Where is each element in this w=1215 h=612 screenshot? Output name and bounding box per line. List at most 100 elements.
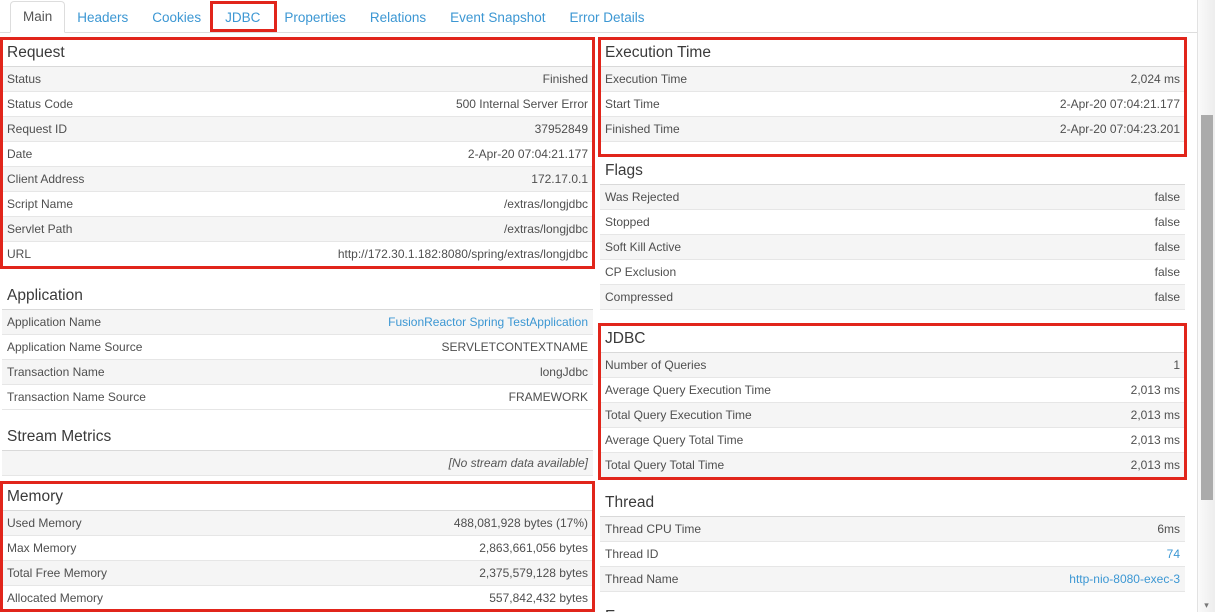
tab-headers[interactable]: Headers (65, 3, 140, 33)
section-memory: MemoryUsed Memory488,081,928 bytes (17%)… (2, 484, 593, 611)
table-row: Stoppedfalse (600, 210, 1185, 235)
table-row: Request ID 37952849 (2, 117, 593, 142)
row-value: 2-Apr-20 07:04:23.201 (1060, 122, 1180, 136)
table-row: Allocated Memory 557,842,432 bytes (2, 586, 593, 611)
tab-main[interactable]: Main (10, 1, 65, 33)
section-error: Error (600, 604, 1185, 612)
row-label: Date (7, 147, 32, 161)
tab-bar: MainHeadersCookiesJDBCPropertiesRelation… (0, 0, 1215, 33)
tab-relations[interactable]: Relations (358, 3, 438, 33)
section-title: Application (2, 283, 593, 310)
section-request: RequestStatusFinished Status Code 500 Inte… (2, 40, 593, 267)
row-value: http://172.30.1.182:8080/spring/extras/l… (338, 247, 588, 261)
row-value-link[interactable]: FusionReactor Spring TestApplication (388, 315, 588, 329)
table-row: [No stream data available] (2, 451, 593, 476)
row-label: Number of Queries (605, 358, 706, 372)
row-label: Application Name Source (7, 340, 142, 354)
row-label: Status Code (7, 97, 73, 111)
tab-event-snapshot[interactable]: Event Snapshot (438, 3, 557, 33)
tab-jdbc[interactable]: JDBC (213, 3, 272, 33)
row-value: 2,013 ms (1131, 408, 1180, 422)
row-value-link[interactable]: http-nio-8080-exec-3 (1069, 572, 1180, 586)
section-title: Error (600, 604, 1185, 612)
table-row: Soft Kill Active false (600, 235, 1185, 260)
row-label: Thread ID (605, 547, 658, 561)
row-label: Was Rejected (605, 190, 679, 204)
row-value: 37952849 (535, 122, 588, 136)
row-value: false (1155, 265, 1180, 279)
row-label: Client Address (7, 172, 84, 186)
row-value: false (1155, 240, 1180, 254)
scrollbar-down-arrow-icon[interactable]: ▾ (1198, 600, 1215, 610)
row-value: 2,013 ms (1131, 383, 1180, 397)
row-value-link[interactable]: 74 (1167, 547, 1180, 561)
row-value: 2-Apr-20 07:04:21.177 (1060, 97, 1180, 111)
row-label: URL (7, 247, 31, 261)
row-value: 2,863,661,056 bytes (479, 541, 588, 555)
section-title: Memory (2, 484, 593, 511)
section-thread: ThreadThread CPU Time6msThread ID74Threa… (600, 490, 1185, 592)
table-row: Transaction NamelongJdbc (2, 360, 593, 385)
vertical-scrollbar[interactable]: ▾ (1197, 0, 1215, 612)
section-jdbc: JDBC Number of Queries 1 Average Query Exec… (600, 326, 1185, 478)
tab-error-details[interactable]: Error Details (557, 3, 656, 33)
table-row: Thread CPU Time 6ms (600, 517, 1185, 542)
table-row: Average Query Execution Time2,013 ms (600, 378, 1185, 403)
row-value: 557,842,432 bytes (489, 591, 588, 605)
row-value: 2,013 ms (1131, 433, 1180, 447)
row-label: Thread CPU Time (605, 522, 701, 536)
right-column: Execution TimeExecution Time2,024 msStar… (600, 33, 1185, 612)
row-value: FRAMEWORK (509, 390, 588, 404)
row-label: Servlet Path (7, 222, 72, 236)
section-title: Request (2, 40, 593, 67)
table-row: Status Code 500 Internal Server Error (2, 92, 593, 117)
row-label: Compressed (605, 290, 673, 304)
row-label: Soft Kill Active (605, 240, 681, 254)
left-column: RequestStatusFinished Status Code 500 Inte… (2, 33, 593, 611)
section-application: Application Application Name FusionReactor… (2, 283, 593, 410)
row-value: longJdbc (540, 365, 588, 379)
table-row: URL http://172.30.1.182:8080/spring/extra… (2, 242, 593, 267)
section-title: Flags (600, 158, 1185, 185)
section-title: Execution Time (600, 40, 1185, 67)
row-label: CP Exclusion (605, 265, 676, 279)
section-title: JDBC (600, 326, 1185, 353)
section-execution-time: Execution TimeExecution Time2,024 msStar… (600, 40, 1185, 142)
row-label: Status (7, 72, 41, 86)
table-row: Thread ID 74 (600, 542, 1185, 567)
table-row: Max Memory2,863,661,056 bytes (2, 536, 593, 561)
row-label: Used Memory (7, 516, 82, 530)
row-label: Application Name (7, 315, 101, 329)
tab-properties[interactable]: Properties (272, 3, 358, 33)
row-label: Allocated Memory (7, 591, 103, 605)
row-label: Total Query Execution Time (605, 408, 752, 422)
table-row: Execution Time2,024 ms (600, 67, 1185, 92)
row-value: 500 Internal Server Error (456, 97, 588, 111)
row-value: /extras/longjdbc (504, 197, 588, 211)
row-value: 2-Apr-20 07:04:21.177 (468, 147, 588, 161)
table-row: Start Time2-Apr-20 07:04:21.177 (600, 92, 1185, 117)
row-label: Finished Time (605, 122, 680, 136)
table-row: Transaction Name Source FRAMEWORK (2, 385, 593, 410)
row-value: 6ms (1157, 522, 1180, 536)
row-label: Transaction Name Source (7, 390, 146, 404)
table-row: Used Memory488,081,928 bytes (17%) (2, 511, 593, 536)
row-value: 1 (1173, 358, 1180, 372)
table-row: Script Name/extras/longjdbc (2, 192, 593, 217)
scrollbar-thumb[interactable] (1201, 115, 1213, 500)
table-row: Finished Time 2-Apr-20 07:04:23.201 (600, 117, 1185, 142)
table-row: Total Query Total Time2,013 ms (600, 453, 1185, 478)
table-row: StatusFinished (2, 67, 593, 92)
row-value: false (1155, 215, 1180, 229)
row-value: SERVLETCONTEXTNAME (442, 340, 588, 354)
tab-cookies[interactable]: Cookies (140, 3, 213, 33)
section-title: Stream Metrics (2, 424, 593, 451)
row-value: 172.17.0.1 (531, 172, 588, 186)
row-label: Request ID (7, 122, 67, 136)
section-flags: FlagsWas RejectedfalseStoppedfalseSoft K… (600, 158, 1185, 310)
row-label: Average Query Total Time (605, 433, 743, 447)
row-value: false (1155, 290, 1180, 304)
row-label: Total Query Total Time (605, 458, 724, 472)
table-row: Application Name FusionReactor Spring Tes… (2, 310, 593, 335)
table-row: CP Exclusion false (600, 260, 1185, 285)
